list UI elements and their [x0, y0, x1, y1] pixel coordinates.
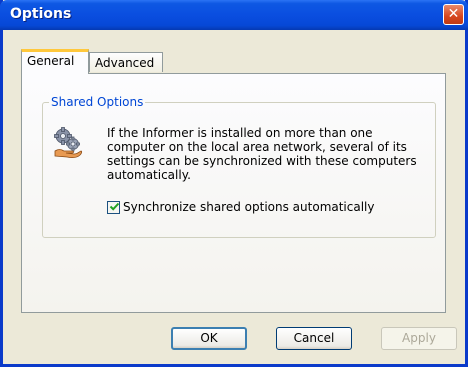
sync-checkbox-label: Synchronize shared options automatically — [123, 200, 375, 214]
ok-button[interactable]: OK — [171, 327, 247, 350]
tab-general[interactable]: General — [21, 49, 89, 74]
close-button[interactable]: ✕ — [443, 4, 464, 25]
cancel-button[interactable]: Cancel — [276, 327, 352, 350]
title-bar[interactable]: Options ✕ — [0, 0, 468, 30]
close-icon: ✕ — [447, 6, 460, 22]
gear-icon — [54, 127, 83, 158]
group-title: Shared Options — [49, 95, 146, 109]
checkmark-icon — [109, 202, 120, 211]
general-tab-panel: Shared Options If the Informer is instal… — [21, 73, 446, 313]
sync-checkbox[interactable] — [107, 201, 120, 214]
options-dialog: Options ✕ General Advanced Shared Option… — [0, 0, 468, 367]
tab-advanced[interactable]: Advanced — [89, 52, 163, 72]
apply-button[interactable]: Apply — [381, 327, 457, 350]
shared-options-group: Shared Options If the Informer is instal… — [42, 95, 436, 238]
description-text: If the Informer is installed on more tha… — [107, 126, 417, 182]
window-title: Options — [10, 6, 72, 22]
